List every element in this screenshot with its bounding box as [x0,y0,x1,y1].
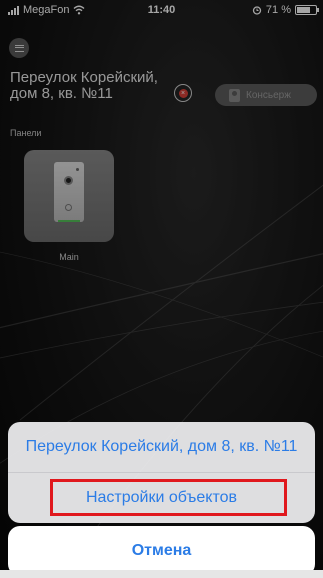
cancel-button[interactable]: Отмена [8,526,315,576]
action-object-settings[interactable]: Настройки объектов [8,473,315,523]
highlight-frame [50,479,287,516]
action-sheet: Переулок Корейский, дом 8, кв. №11 Настр… [8,422,315,523]
action-object-address[interactable]: Переулок Корейский, дом 8, кв. №11 [8,422,315,472]
bottom-strip [0,570,323,578]
app-screen: MegaFon 11:40 71 % Переулок Корейский, д… [0,0,323,578]
